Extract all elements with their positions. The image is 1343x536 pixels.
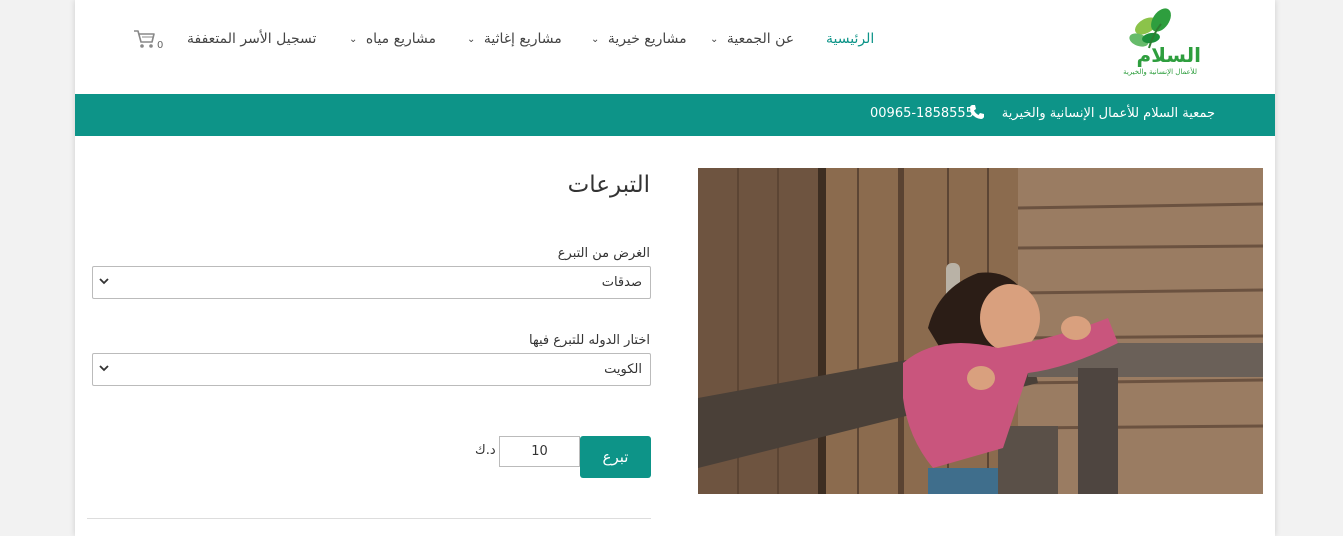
cart-count: 0 — [157, 40, 164, 51]
nav-charity-label: مشاريع خيرية — [607, 31, 687, 47]
country-value: الكويت — [604, 362, 642, 377]
country-label: اختار الدوله للتبرع فيها — [529, 333, 650, 348]
page-title: التبرعات — [567, 172, 650, 198]
divider — [87, 518, 651, 519]
chevron-down-icon: ⌄ — [349, 34, 358, 45]
nav-water-projects[interactable]: مشاريع مياه ⌄ — [349, 31, 436, 47]
purpose-value: صدقات — [601, 275, 642, 290]
currency-label: د.ك — [475, 443, 496, 458]
purpose-label: الغرض من التبرع — [557, 246, 650, 261]
nav-about[interactable]: عن الجمعية ⌄ — [710, 31, 794, 47]
purpose-select[interactable]: صدقات — [92, 266, 651, 299]
org-name: جمعية السلام للأعمال الإنسانية والخيرية — [1001, 106, 1215, 121]
donate-button[interactable]: تبرع — [580, 436, 651, 478]
logo-text: السلام — [1136, 43, 1201, 67]
chevron-down-icon: ⌄ — [467, 34, 476, 45]
chevron-down-icon — [99, 278, 109, 285]
nav-charity-projects[interactable]: مشاريع خيرية ⌄ — [591, 31, 687, 47]
info-bar: جمعية السلام للأعمال الإنسانية والخيرية … — [75, 94, 1275, 136]
nav-register-label: تسجيل الأسر المتعففة — [187, 31, 317, 47]
nav-about-label: عن الجمعية — [726, 31, 795, 47]
chevron-down-icon: ⌄ — [591, 34, 600, 45]
nav-home-label: الرئيسية — [826, 31, 875, 47]
nav-water-label: مشاريع مياه — [365, 31, 436, 47]
country-select[interactable]: الكويت — [92, 353, 651, 386]
site-logo[interactable]: السلام للأعمال الإنسانية والخيرية — [1111, 4, 1201, 84]
nav-relief-label: مشاريع إغاثية — [483, 31, 562, 47]
site-header: السلام للأعمال الإنسانية والخيرية الرئيس… — [75, 0, 1275, 94]
chevron-down-icon: ⌄ — [710, 34, 719, 45]
nav-home[interactable]: الرئيسية — [826, 31, 874, 47]
phone-number[interactable]: 00965-1858555 — [870, 106, 974, 121]
logo-subtext: للأعمال الإنسانية والخيرية — [1123, 68, 1197, 76]
chevron-down-icon — [99, 365, 109, 372]
child-photo-image — [698, 168, 1263, 494]
cart-icon — [134, 30, 155, 48]
main-nav: الرئيسية عن الجمعية ⌄ مشاريع خيرية ⌄ مشا… — [75, 31, 1075, 51]
amount-input[interactable]: 10 — [499, 436, 580, 467]
nav-register-families[interactable]: تسجيل الأسر المتعففة — [187, 31, 316, 47]
cart-button[interactable]: 0 — [133, 28, 163, 52]
hero-photo — [698, 168, 1263, 494]
nav-relief-projects[interactable]: مشاريع إغاثية ⌄ — [467, 31, 562, 47]
page-container: السلام للأعمال الإنسانية والخيرية الرئيس… — [75, 0, 1275, 536]
